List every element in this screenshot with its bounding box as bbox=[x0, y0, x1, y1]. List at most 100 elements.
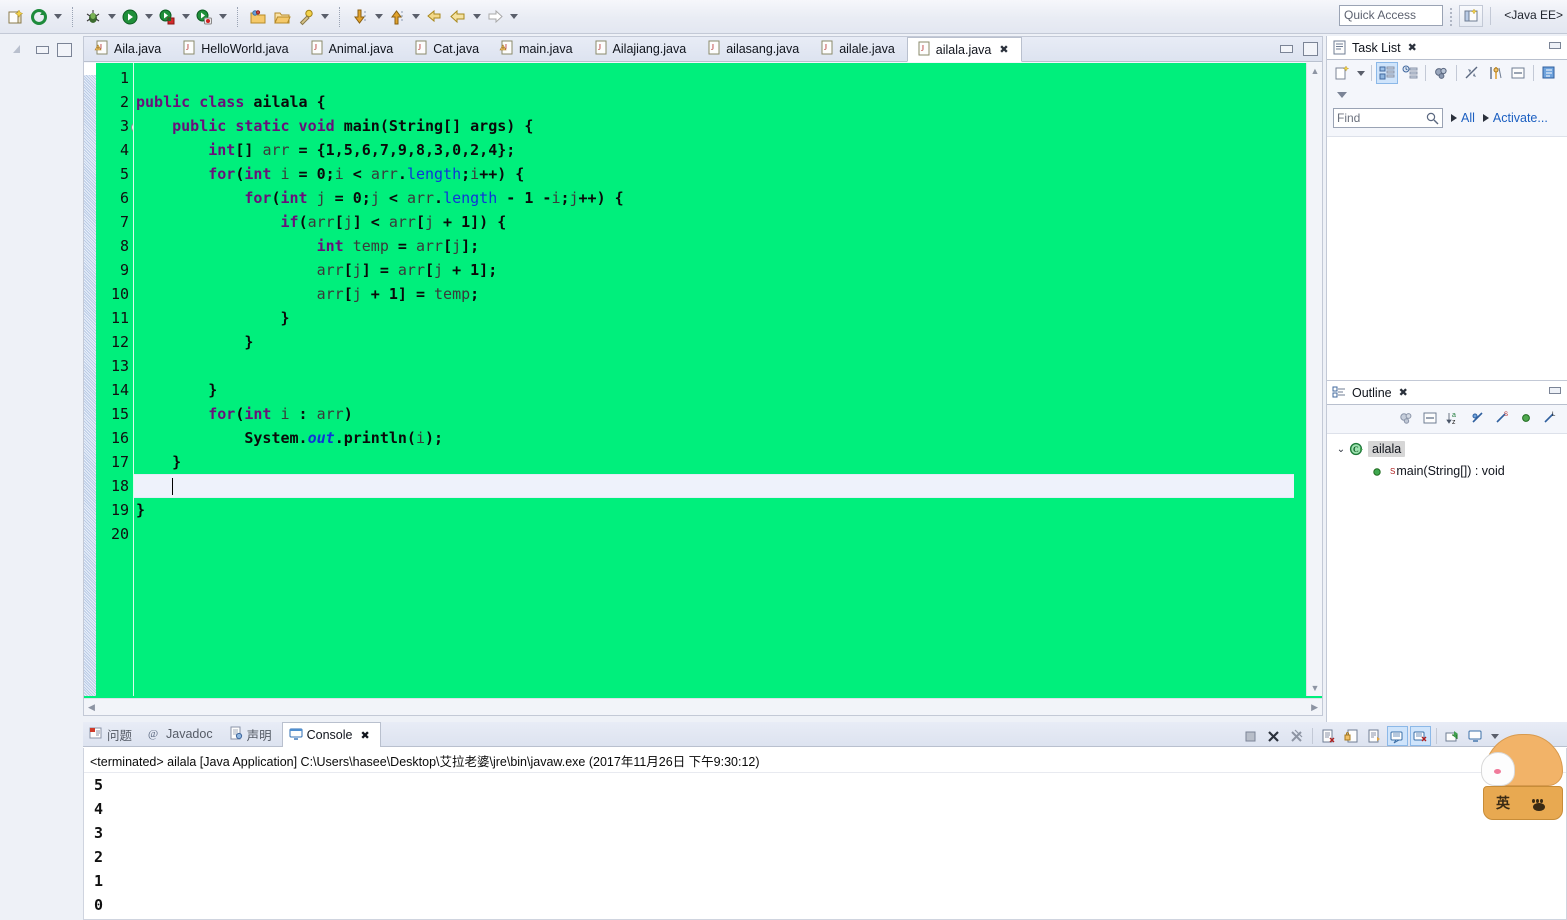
categorized-presentation-icon[interactable] bbox=[1376, 62, 1398, 84]
code-line[interactable] bbox=[134, 66, 1322, 90]
word-wrap-icon[interactable] bbox=[1364, 726, 1385, 746]
editor-vertical-scrollbar[interactable]: ▲ ▼ bbox=[1306, 63, 1322, 696]
minimize-icon[interactable] bbox=[34, 41, 50, 57]
debug-dropdown-arrow[interactable] bbox=[105, 5, 118, 29]
run-as-dropdown-arrow[interactable] bbox=[216, 5, 229, 29]
external-tools-dropdown-arrow[interactable] bbox=[179, 5, 192, 29]
hide-non-public-icon[interactable] bbox=[1515, 407, 1537, 429]
editor-minimize-icon[interactable] bbox=[1278, 40, 1294, 56]
task-list-header[interactable]: Task List ✖ bbox=[1327, 36, 1567, 60]
code-editor[interactable]: 1 2 3 4 5 6 7 8 9 10 11 12 13 14 15 16 17 18 19 20 public c… bbox=[84, 63, 1322, 715]
synchronize-changed-icon[interactable] bbox=[1461, 62, 1483, 84]
scroll-up-icon[interactable]: ▲ bbox=[1307, 63, 1323, 79]
sort-icon[interactable]: az bbox=[1443, 407, 1465, 429]
new-task-icon[interactable] bbox=[1331, 62, 1353, 84]
code-line[interactable]: } bbox=[134, 330, 1322, 354]
console-tab-javadoc[interactable]: @ Javadoc bbox=[142, 722, 223, 746]
task-toolbar-overflow-arrow[interactable] bbox=[1327, 86, 1567, 104]
code-line[interactable] bbox=[134, 354, 1322, 378]
code-line[interactable]: } bbox=[134, 498, 1322, 522]
search-dropdown-arrow[interactable] bbox=[318, 5, 331, 29]
run-dropdown-arrow[interactable] bbox=[142, 5, 155, 29]
restore-tasks-icon[interactable] bbox=[1507, 62, 1529, 84]
editor-tab-main-java[interactable]: Jmain.java bbox=[491, 37, 585, 61]
code-line[interactable]: arr[j] = arr[j + 1]; bbox=[134, 258, 1322, 282]
code-line[interactable]: if(arr[j] < arr[j + 1]) { bbox=[134, 210, 1322, 234]
remove-all-terminated-icon[interactable] bbox=[1286, 726, 1307, 746]
task-activate-link[interactable]: Activate... bbox=[1482, 111, 1548, 125]
scroll-lock-icon[interactable] bbox=[1341, 726, 1362, 746]
new-task-dropdown-arrow[interactable] bbox=[1354, 61, 1367, 85]
marker-bar[interactable] bbox=[84, 63, 96, 696]
last-edit-icon[interactable] bbox=[422, 5, 446, 29]
source-code[interactable]: public class ailala { public static void… bbox=[134, 63, 1322, 696]
console-tab-close-icon[interactable]: ✖ bbox=[360, 729, 369, 742]
console-tab-problems[interactable]: 问题 bbox=[83, 722, 142, 746]
editor-tab-ailale-java[interactable]: Jailale.java bbox=[811, 37, 907, 61]
editor-horizontal-scrollbar[interactable]: ◀ ▶ bbox=[84, 698, 1322, 715]
outline-node[interactable]: Smain(String[]) : void bbox=[1327, 460, 1567, 482]
code-line[interactable] bbox=[134, 474, 1294, 498]
remove-launch-icon[interactable] bbox=[1263, 726, 1284, 746]
editor-maximize-icon[interactable] bbox=[1302, 40, 1318, 56]
back-icon[interactable] bbox=[446, 5, 470, 29]
run-as-server-icon[interactable] bbox=[192, 5, 216, 29]
refresh-icon[interactable] bbox=[27, 5, 51, 29]
run-external-tools-icon[interactable] bbox=[155, 5, 179, 29]
code-line[interactable]: int temp = arr[j]; bbox=[134, 234, 1322, 258]
search-icon[interactable] bbox=[294, 5, 318, 29]
code-line[interactable]: int[] arr = {1,5,6,7,9,8,3,0,2,4}; bbox=[134, 138, 1322, 162]
perspective-label[interactable]: <Java EE> bbox=[1504, 8, 1563, 22]
editor-tab-cat-java[interactable]: J Cat.java bbox=[405, 37, 491, 61]
open-console-icon[interactable] bbox=[1442, 726, 1463, 746]
find-input[interactable]: Find bbox=[1333, 108, 1443, 128]
code-line[interactable]: for(int i : arr) bbox=[134, 402, 1322, 426]
scroll-down-icon[interactable]: ▼ bbox=[1307, 680, 1323, 696]
code-line[interactable] bbox=[134, 522, 1322, 546]
next-annotation-icon[interactable] bbox=[348, 5, 372, 29]
scroll-right-icon[interactable]: ▶ bbox=[1311, 702, 1318, 713]
editor-tab-aila-java[interactable]: J Aila.java bbox=[86, 37, 173, 61]
hide-fields-icon[interactable] bbox=[1467, 407, 1489, 429]
collapse-all-icon[interactable] bbox=[1419, 407, 1441, 429]
scheduled-presentation-icon[interactable] bbox=[1399, 62, 1421, 84]
outline-header[interactable]: Outline ✖ bbox=[1327, 381, 1567, 405]
refresh-dropdown-arrow[interactable] bbox=[51, 5, 64, 29]
editor-tab-ailasang-java[interactable]: Jailasang.java bbox=[698, 37, 811, 61]
console-tab-declaration[interactable]: 声明 bbox=[223, 722, 282, 746]
console-tab-console[interactable]: Console ✖ bbox=[281, 722, 381, 747]
open-type-icon[interactable] bbox=[270, 5, 294, 29]
editor-tab-animal-java[interactable]: J Animal.java bbox=[301, 37, 406, 61]
clear-console-icon[interactable] bbox=[1318, 726, 1339, 746]
code-line[interactable]: } bbox=[134, 450, 1322, 474]
task-list-close-icon[interactable]: ✖ bbox=[1408, 41, 1417, 54]
new-wizard-icon[interactable] bbox=[3, 5, 27, 29]
code-line[interactable]: } bbox=[134, 378, 1322, 402]
code-line[interactable]: for(int j = 0;j < arr.length - 1 -i;j++)… bbox=[134, 186, 1322, 210]
terminate-all-icon[interactable] bbox=[1240, 726, 1261, 746]
view-menu-icon[interactable] bbox=[1538, 62, 1560, 84]
forward-icon[interactable] bbox=[483, 5, 507, 29]
previous-annotation-icon[interactable] bbox=[385, 5, 409, 29]
focus-on-active-task-icon[interactable] bbox=[1395, 407, 1417, 429]
display-selected-console-icon[interactable] bbox=[1410, 726, 1431, 746]
sogou-ime-cat-mascot[interactable]: 英 bbox=[1479, 726, 1567, 822]
code-line[interactable]: public static void main(String[] args) { bbox=[134, 114, 1322, 138]
editor-tab-ailala-java[interactable]: Jailala.java ✖ bbox=[906, 37, 1022, 62]
next-annotation-dropdown-arrow[interactable] bbox=[372, 5, 385, 29]
outline-minimize-icon[interactable] bbox=[1549, 387, 1561, 394]
restore-icon[interactable] bbox=[12, 41, 28, 57]
code-line[interactable]: public class ailala { bbox=[134, 90, 1322, 114]
maximize-icon[interactable] bbox=[56, 41, 72, 57]
previous-annotation-dropdown-arrow[interactable] bbox=[409, 5, 422, 29]
focus-on-workweek-icon[interactable] bbox=[1430, 62, 1452, 84]
editor-tab-helloworld-java[interactable]: J HelloWorld.java bbox=[173, 37, 300, 61]
open-perspective-icon[interactable] bbox=[1459, 5, 1483, 27]
code-line[interactable]: for(int i = 0;i < arr.length;i++) { bbox=[134, 162, 1322, 186]
quick-access-input[interactable]: Quick Access bbox=[1339, 5, 1443, 26]
code-line[interactable]: System.out.println(i); bbox=[134, 426, 1322, 450]
hide-static-icon[interactable]: S bbox=[1491, 407, 1513, 429]
outline-close-icon[interactable]: ✖ bbox=[1399, 386, 1408, 399]
task-filter-all[interactable]: All bbox=[1451, 111, 1475, 125]
task-list-body[interactable] bbox=[1327, 136, 1567, 380]
